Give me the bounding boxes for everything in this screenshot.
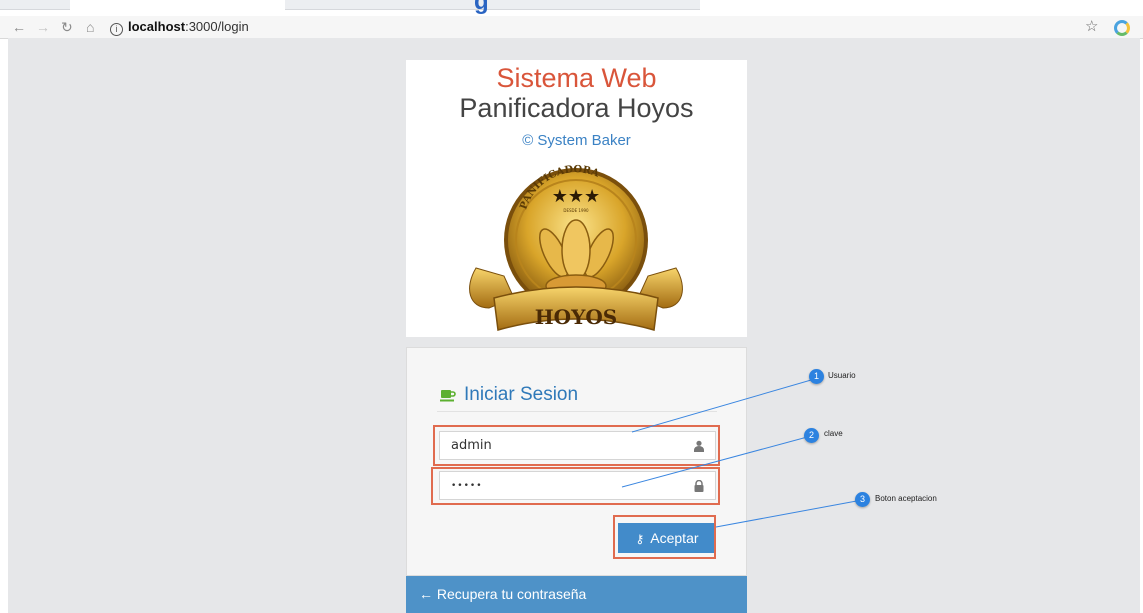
copyright-text: © System Baker	[522, 132, 631, 149]
bookmark-star-icon[interactable]: ☆	[1085, 17, 1098, 37]
logo-name-text: HOYOS	[535, 305, 617, 329]
highlight-password	[431, 467, 720, 505]
recover-password-link[interactable]: ← Recupera tu contraseña	[406, 576, 747, 613]
arrow-left-icon: ←	[419, 586, 433, 602]
page-heading-fragment: g	[474, 0, 489, 15]
highlight-username	[433, 425, 720, 466]
callout-marker-3: 3	[855, 492, 870, 507]
callout-marker-1: 1	[809, 369, 824, 384]
info-icon[interactable]: i	[110, 23, 123, 36]
callout-label-2: clave	[824, 429, 843, 438]
bakery-logo: PANIFICADORA ★★★ DESDE 1990 HOYOS	[469, 164, 683, 331]
address-bar[interactable]: i localhost:3000/login	[110, 17, 1110, 36]
callout-label-3: Boton aceptacion	[875, 494, 937, 503]
reload-icon[interactable]: ↻	[61, 17, 73, 37]
back-icon[interactable]: ←	[12, 17, 26, 37]
svg-text:★★★: ★★★	[552, 186, 600, 206]
browser-tabstrip: g	[0, 0, 1143, 16]
company-name: Panificadora Hoyos	[459, 93, 694, 123]
logo-since-text: DESDE 1990	[563, 208, 589, 213]
recover-password-label: Recupera tu contraseña	[436, 586, 587, 602]
callout-marker-2: 2	[804, 428, 819, 443]
forward-icon[interactable]: →	[36, 17, 50, 37]
browser-tab[interactable]	[0, 0, 70, 10]
coffee-cup-icon	[440, 390, 456, 402]
highlight-accept-button	[613, 515, 716, 559]
browser-toolbar: ← → ↻ ⌂ i localhost:3000/login ☆	[0, 16, 1143, 39]
login-title: Iniciar Sesion	[464, 384, 579, 405]
extension-icon[interactable]	[1114, 20, 1130, 36]
login-header: Iniciar Sesion	[437, 383, 717, 412]
url-host: localhost	[128, 19, 186, 34]
callout-label-1: Usuario	[828, 371, 856, 380]
browser-tab-active[interactable]	[285, 0, 700, 10]
system-title: Sistema Web	[496, 63, 657, 93]
home-icon[interactable]: ⌂	[86, 17, 94, 37]
brand-header-card: Sistema Web Panificadora Hoyos © System …	[406, 60, 747, 337]
url-path: :3000/login	[185, 19, 249, 34]
